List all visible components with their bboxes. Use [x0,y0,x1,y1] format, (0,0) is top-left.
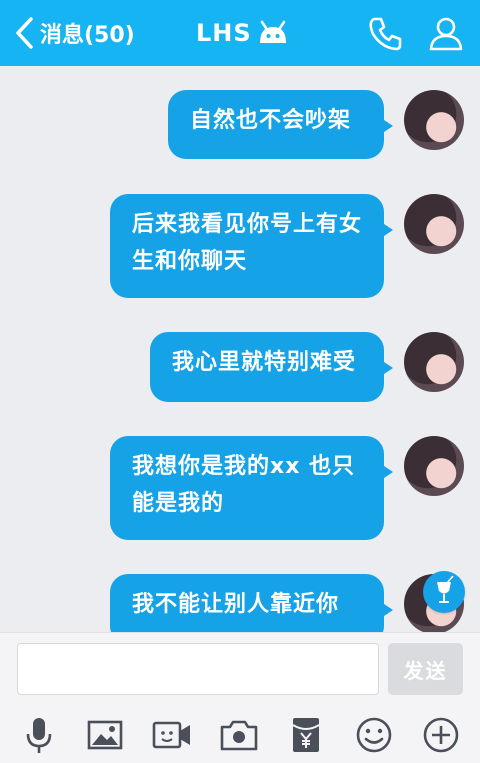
red-packet-icon [292,718,320,752]
back-chevron-icon [16,17,33,49]
profile-icon [429,17,463,51]
emoji-button[interactable] [352,713,396,757]
back-button[interactable]: 消息(50) [12,14,135,52]
floating-drink-button[interactable] [423,571,465,613]
send-button[interactable]: 发送 [388,643,463,695]
camera-button[interactable] [217,713,261,757]
message-bubble[interactable]: 后来我看见你号上有女生和你聊天 [110,194,393,298]
microphone-icon [26,718,52,753]
input-bar: 发送 [0,632,480,763]
call-button[interactable] [366,14,406,52]
avatar[interactable] [404,194,464,254]
android-icon [259,20,286,43]
chat-header: 消息(50) LHS [0,0,480,66]
message-bubble[interactable]: 我心里就特别难受 [150,332,393,402]
message-bubble[interactable]: 我想你是我的xx 也只能是我的 [110,436,393,540]
red-packet-button[interactable] [284,713,328,757]
more-button[interactable] [419,713,463,757]
video-icon [152,721,190,749]
gallery-button[interactable] [83,713,127,757]
camera-icon [220,720,258,751]
back-label: 消息(50) [40,23,135,48]
avatar[interactable] [404,90,464,150]
plus-icon [423,717,459,753]
message-bubble[interactable]: 自然也不会吵架 [168,90,393,159]
message-list[interactable]: 自然也不会吵架 后来我看见你号上有女生和你聊天 我心里就特别难受 我想你是我的x… [0,66,480,632]
wine-glass-icon [437,575,454,603]
contact-name: LHS [196,19,252,47]
chat-title: LHS [196,18,290,48]
message-input[interactable] [17,643,379,695]
voice-button[interactable] [17,713,61,757]
profile-button[interactable] [426,14,466,52]
avatar[interactable] [404,332,464,392]
image-icon [87,720,123,750]
phone-icon [369,17,402,51]
avatar[interactable] [404,436,464,496]
emoji-icon [356,717,392,753]
message-bubble[interactable]: 我不能让别人靠近你 [110,574,393,632]
video-button[interactable] [150,713,194,757]
